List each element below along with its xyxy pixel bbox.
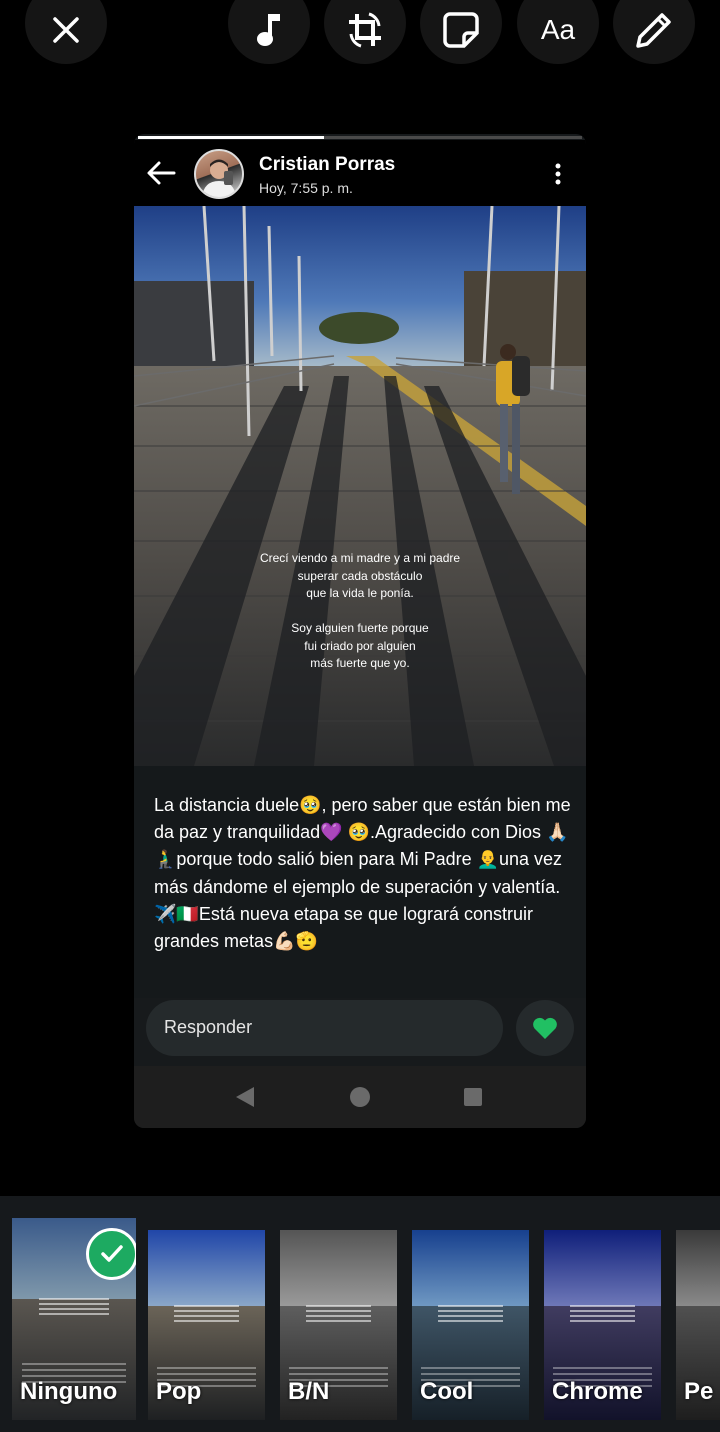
filter-thumbnail	[280, 1230, 397, 1306]
crop-rotate-icon	[349, 12, 381, 48]
close-button[interactable]	[25, 0, 107, 64]
selected-check-icon	[86, 1228, 136, 1280]
back-arrow-icon[interactable]	[146, 160, 176, 186]
music-button[interactable]	[228, 0, 310, 64]
overlay-line: más fuerte que yo.	[310, 656, 410, 670]
draw-button[interactable]	[613, 0, 695, 64]
close-icon	[53, 17, 79, 43]
avatar[interactable]	[194, 149, 244, 199]
status-header: Cristian Porras Hoy, 7:55 p. m.	[134, 140, 586, 206]
status-timestamp: Hoy, 7:55 p. m.	[259, 180, 353, 196]
text-tool-button[interactable]: Aa	[517, 0, 599, 64]
heart-icon	[533, 1017, 557, 1039]
nav-home-icon[interactable]	[349, 1086, 371, 1108]
overlay-line: superar cada obstáculo	[297, 568, 423, 583]
filter-thumbnail	[412, 1230, 529, 1306]
status-progress-fill	[138, 136, 325, 139]
filter-ninguno[interactable]: Ninguno	[12, 1218, 136, 1420]
music-icon	[257, 14, 280, 46]
overlay-line: fui criado por alguien	[304, 638, 416, 653]
overlay-text-block-1: Crecí viendo a mi madre y a mi padre sup…	[134, 550, 586, 603]
reply-placeholder: Responder	[164, 1017, 253, 1037]
status-photo: Crecí viendo a mi madre y a mi padre sup…	[134, 206, 586, 766]
reply-input[interactable]: Responder	[146, 1000, 503, 1056]
author-name: Cristian Porras	[259, 154, 396, 175]
filter-label: Ninguno	[20, 1378, 118, 1405]
filter-pe[interactable]: Pe	[676, 1230, 720, 1420]
filter-chrome[interactable]: Chrome	[544, 1230, 661, 1420]
filter-label: Pe	[684, 1378, 714, 1405]
filter-label: B/N	[288, 1378, 330, 1405]
sticker-icon	[443, 12, 479, 48]
overlay-line: Crecí viendo a mi madre y a mi padre	[259, 551, 461, 565]
sticker-button[interactable]	[420, 0, 502, 64]
filter-label: Pop	[156, 1378, 202, 1405]
text-tool-label: Aa	[540, 14, 576, 45]
status-screenshot: Cristian Porras Hoy, 7:55 p. m. Crecí vi…	[134, 134, 586, 1128]
filter-pop[interactable]: Pop	[148, 1230, 265, 1420]
filter-thumbnail	[148, 1230, 265, 1306]
filter-label: Chrome	[552, 1378, 643, 1405]
filter-cool[interactable]: Cool	[412, 1230, 529, 1420]
like-button[interactable]	[516, 1000, 574, 1056]
nav-back-icon[interactable]	[234, 1086, 256, 1108]
overlay-text-block-2: Soy alguien fuerte porque fui criado por…	[134, 620, 586, 673]
pencil-icon	[636, 13, 671, 48]
filter-label: Cool	[420, 1378, 474, 1405]
status-progress-bar	[138, 136, 582, 139]
filter-thumbnail	[676, 1230, 720, 1306]
overlay-line: Soy alguien fuerte porque	[291, 621, 429, 635]
crop-rotate-button[interactable]	[324, 0, 406, 64]
boardwalk-photo-image	[134, 206, 586, 766]
overlay-line: que la vida le ponía.	[306, 586, 414, 600]
more-options-icon[interactable]	[552, 162, 564, 186]
filter-thumbnail	[544, 1230, 661, 1306]
nav-recents-icon[interactable]	[464, 1088, 482, 1106]
android-nav-bar	[134, 1066, 586, 1128]
status-caption: La distancia duele🥹, pero saber que está…	[154, 795, 571, 952]
filter-bn[interactable]: B/N	[280, 1230, 397, 1420]
